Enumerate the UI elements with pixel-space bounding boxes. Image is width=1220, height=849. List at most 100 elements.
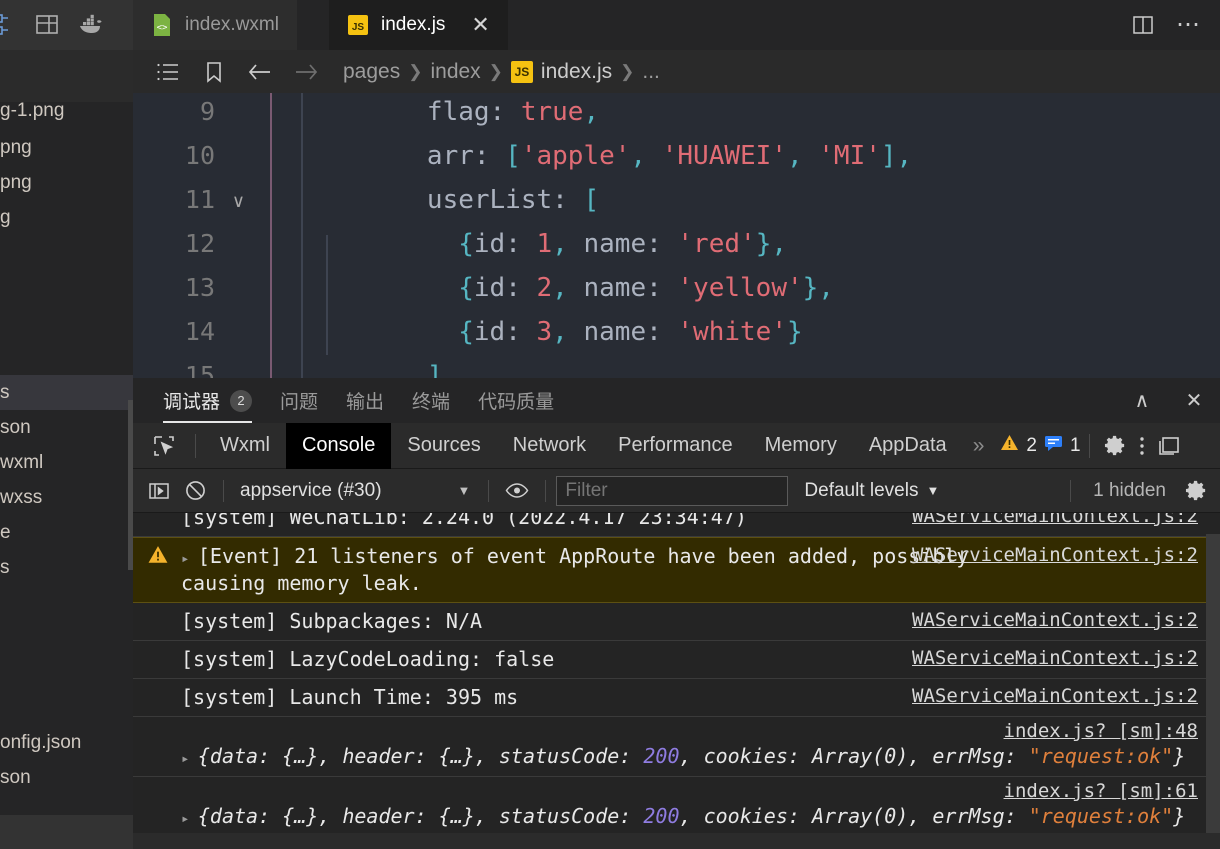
tab-console[interactable]: Console (285, 422, 392, 469)
file-row[interactable] (0, 585, 133, 620)
breadcrumb-item-file[interactable]: index.js (541, 60, 612, 84)
split-editor-icon[interactable] (1132, 14, 1154, 36)
panel-tab-2[interactable]: 输出 (346, 378, 384, 423)
context-selector[interactable]: appservice (#30) ▼ (240, 480, 470, 502)
gear-icon[interactable] (1098, 423, 1133, 469)
object-middle: , cookies: Array(0), errMsg: (679, 804, 1029, 828)
docker-icon[interactable] (76, 10, 106, 40)
file-row-selected[interactable]: s (0, 375, 133, 410)
code-line[interactable]: userList: [ (333, 185, 599, 215)
bookmark-icon[interactable] (191, 50, 237, 93)
collapse-panel-icon[interactable]: ∧ (1130, 389, 1154, 413)
code-token: 'MI' (818, 141, 881, 171)
editor-guide-line (270, 93, 272, 378)
code-editor[interactable]: 9 10 11 ∨ 12 13 14 15 flag: true, arr: ['apple'… (133, 93, 1220, 378)
tab-index-js[interactable]: JS index.js ✕ (329, 0, 508, 50)
file-row[interactable]: png (0, 130, 133, 165)
tab-performance[interactable]: Performance (602, 423, 749, 469)
layout-panel-icon[interactable] (32, 10, 62, 40)
log-source-link[interactable]: WAServiceMainContext.js:2 (912, 647, 1198, 669)
expand-arrow-icon[interactable]: ▸ (181, 551, 198, 567)
breadcrumb-item-index[interactable]: index (430, 60, 480, 84)
file-row[interactable] (0, 340, 133, 375)
js-file-icon: JS (347, 12, 369, 38)
log-source-link[interactable]: WAServiceMainContext.js:2 (912, 609, 1198, 631)
gear-icon[interactable] (1178, 469, 1214, 513)
file-row[interactable]: wxml (0, 445, 133, 480)
line-number: 13 (184, 273, 215, 302)
log-source-link[interactable]: index.js? [sm]:48 (1004, 720, 1198, 742)
code-line[interactable]: ] (333, 361, 443, 378)
file-row[interactable] (0, 690, 133, 725)
panel-tab-0[interactable]: 调试器 2 (163, 378, 253, 423)
file-row[interactable]: g-1.png (0, 102, 133, 130)
more-vertical-icon[interactable] (1133, 423, 1151, 469)
console-log-list[interactable]: [system] WeChatLib: 2.24.0 (2022.4.17 23… (133, 513, 1220, 849)
arrow-right-icon[interactable] (283, 50, 329, 93)
file-row[interactable] (0, 655, 133, 690)
breadcrumb-item-symbols[interactable]: ... (642, 60, 660, 84)
expand-arrow-icon[interactable]: ▸ (181, 811, 198, 827)
inspect-element-icon[interactable] (141, 423, 187, 469)
close-panel-icon[interactable]: ✕ (1182, 389, 1206, 413)
log-source-link[interactable]: WAServiceMainContext.js:2 (912, 544, 1198, 566)
console-object-row[interactable]: ▸ {data: {…}, header: {…}, statusCode: 2… (133, 777, 1220, 837)
file-row[interactable] (0, 270, 133, 305)
tab-memory[interactable]: Memory (749, 423, 853, 469)
panel-tab-1[interactable]: 问题 (280, 378, 318, 423)
panel-tab-label: 调试器 (163, 392, 221, 413)
file-row[interactable] (0, 235, 133, 270)
live-expression-icon[interactable] (499, 469, 535, 513)
file-row[interactable]: wxss (0, 480, 133, 515)
tab-index-wxml[interactable]: <> index.wxml (133, 0, 297, 50)
more-actions-icon[interactable]: ⋯ (1176, 13, 1200, 37)
tab-network[interactable]: Network (497, 423, 602, 469)
code-token: }, (802, 273, 834, 303)
code-line[interactable]: {id: 2, name: 'yellow'}, (333, 273, 834, 303)
code-line[interactable]: {id: 1, name: 'red'}, (333, 229, 787, 259)
clear-console-icon[interactable] (177, 469, 213, 513)
outline-list-icon[interactable] (145, 50, 191, 93)
expand-arrow-icon[interactable]: ▸ (181, 751, 198, 767)
file-row[interactable]: png (0, 165, 133, 200)
file-row[interactable] (0, 305, 133, 340)
console-scrollbar[interactable] (1206, 534, 1220, 849)
log-source-link[interactable]: WAServiceMainContext.js:2 (912, 513, 1198, 527)
console-warning-row[interactable]: ▸ [Event] 21 listeners of event AppRoute… (133, 537, 1220, 603)
dock-panel-icon[interactable] (1151, 423, 1187, 469)
source-control-icon[interactable] (0, 10, 18, 40)
file-row[interactable]: onfig.json (0, 725, 133, 760)
file-row[interactable]: son (0, 410, 133, 445)
console-log-row[interactable]: [system] Subpackages: N/A WAServiceMainCo… (133, 603, 1220, 641)
code-line[interactable]: {id: 3, name: 'white'} (333, 317, 802, 347)
execute-context-icon[interactable] (141, 469, 177, 513)
divider (1070, 479, 1072, 502)
console-log-row[interactable]: [system] LazyCodeLoading: false WAService… (133, 641, 1220, 679)
tab-wxml[interactable]: Wxml (204, 423, 286, 469)
issue-counters[interactable]: 2 1 (1000, 434, 1081, 458)
console-log-row[interactable]: [system] Launch Time: 395 ms WAServiceMai… (133, 679, 1220, 717)
panel-tab-4[interactable]: 代码质量 (478, 378, 554, 423)
explorer-file-list[interactable]: g-1.png png png g s son wxml wxss e s on… (0, 102, 133, 849)
file-row[interactable]: g (0, 200, 133, 235)
code-line[interactable]: flag: true, (333, 97, 599, 127)
tab-sources[interactable]: Sources (391, 423, 496, 469)
log-level-selector[interactable]: Default levels ▼ (804, 480, 939, 502)
file-row[interactable] (0, 620, 133, 655)
file-row[interactable]: s (0, 550, 133, 585)
panel-tab-3[interactable]: 终端 (412, 378, 450, 423)
filter-input[interactable] (556, 475, 789, 506)
log-source-link[interactable]: WAServiceMainContext.js:2 (912, 685, 1198, 707)
close-icon[interactable]: ✕ (471, 14, 489, 36)
file-row[interactable]: son (0, 760, 133, 795)
console-object-row[interactable]: ▸ {data: {…}, header: {…}, statusCode: 2… (133, 717, 1220, 777)
log-source-link[interactable]: index.js? [sm]:61 (1004, 780, 1198, 802)
fold-toggle-icon[interactable]: ∨ (232, 191, 245, 212)
arrow-left-icon[interactable] (237, 50, 283, 93)
code-line[interactable]: arr: ['apple', 'HUAWEI', 'MI'], (333, 141, 912, 171)
file-row[interactable]: e (0, 515, 133, 550)
breadcrumb-item-pages[interactable]: pages (343, 60, 400, 84)
tab-appdata[interactable]: AppData (853, 423, 963, 469)
tab-overflow-icon[interactable]: » (963, 434, 995, 458)
console-log-row[interactable]: [system] WeChatLib: 2.24.0 (2022.4.17 23… (133, 513, 1220, 537)
